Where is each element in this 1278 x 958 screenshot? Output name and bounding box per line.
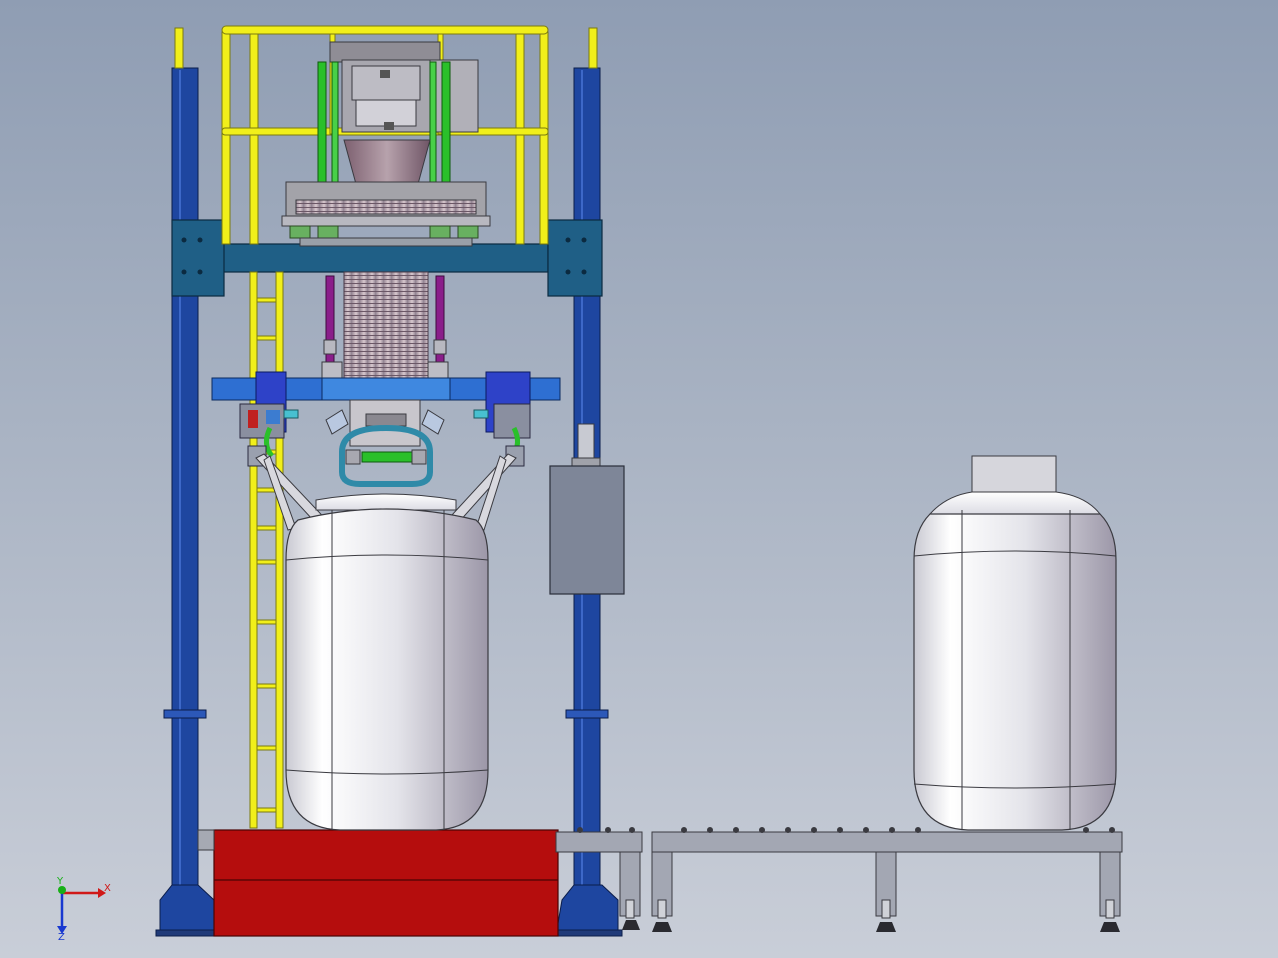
- cad-viewport: X Y Z: [56, 25, 1123, 943]
- upper-cross-beam: [221, 243, 549, 273]
- x-axis-label: X: [104, 883, 111, 894]
- left-column: [171, 67, 199, 909]
- y-axis-dot: [58, 886, 66, 894]
- ladder-right-stile: [275, 271, 284, 829]
- control-box: [549, 423, 625, 595]
- filling-head: [211, 271, 561, 533]
- red-scale-platform: [197, 829, 559, 937]
- axis-triad: X Y Z: [56, 876, 111, 943]
- bulk-bag-finished: [913, 455, 1117, 831]
- y-axis-label: Y: [56, 876, 64, 887]
- clamp-cylinder: [361, 451, 413, 463]
- left-gusset-plate: [171, 219, 225, 297]
- top-valve-assembly: [281, 41, 491, 247]
- right-lifting-pin: [588, 27, 598, 69]
- left-column-splice-plate: [163, 709, 207, 719]
- left-lifting-pin: [174, 27, 184, 69]
- left-base-foot: [159, 884, 215, 936]
- side-cover-plate: [429, 59, 479, 133]
- z-axis-label: Z: [58, 932, 65, 943]
- ladder-left-stile: [249, 271, 258, 829]
- right-base-foot: [555, 884, 619, 936]
- bellows: [343, 271, 429, 381]
- right-gusset-plate: [547, 219, 603, 297]
- bulk-bag-filling: [285, 493, 489, 831]
- hopper-cone: [343, 139, 431, 185]
- right-column-splice-plate: [565, 709, 609, 719]
- roller-conveyor-long: [651, 827, 1123, 932]
